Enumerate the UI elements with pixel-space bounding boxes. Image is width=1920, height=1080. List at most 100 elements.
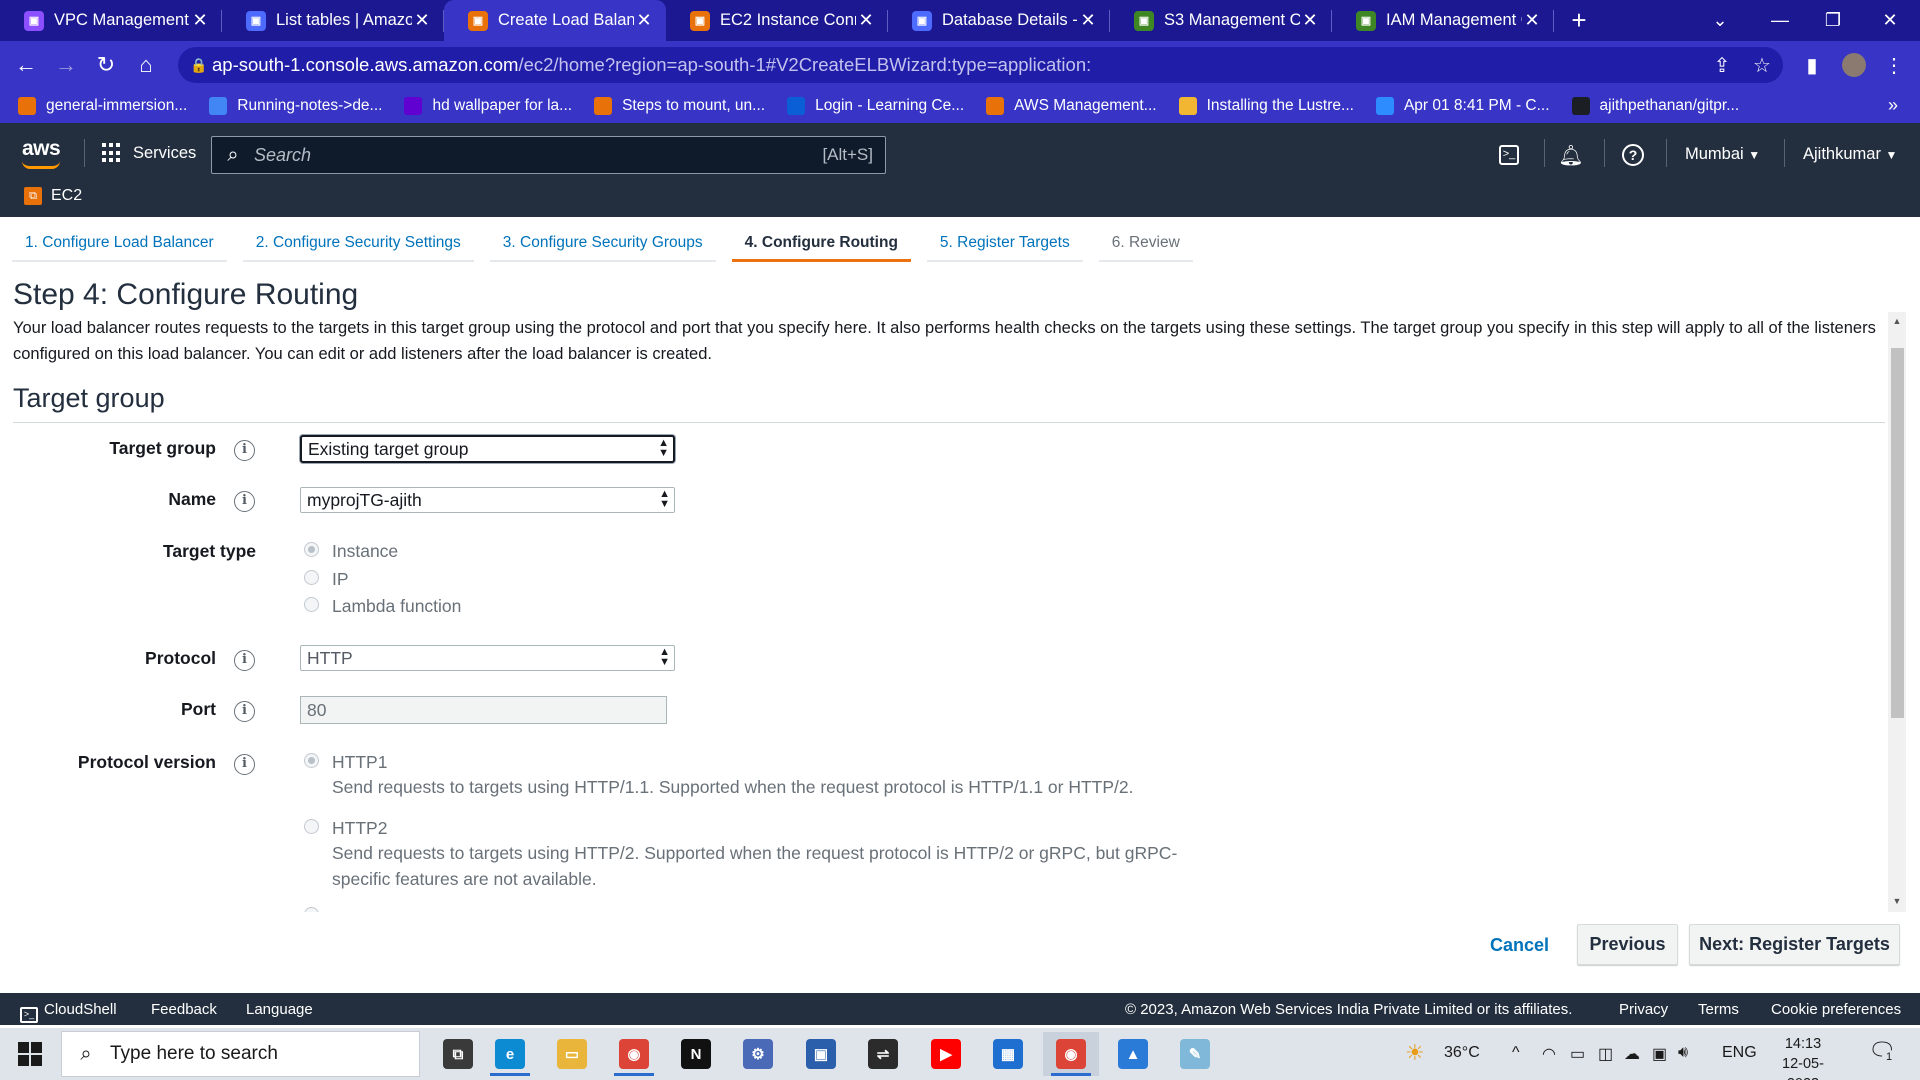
browser-tab[interactable]: ▣ Create Load Balancer✕ <box>444 0 666 41</box>
target-type-ip-radio[interactable] <box>304 570 319 585</box>
close-tab-icon[interactable]: ✕ <box>1522 10 1542 31</box>
browser-tab[interactable]: ▣ EC2 Instance Connect✕ <box>666 0 888 41</box>
service-breadcrumb-ec2[interactable]: ⧉ EC2 <box>24 187 82 205</box>
aws-logo[interactable]: aws <box>22 137 61 161</box>
url-input[interactable]: 🔒 ap-south-1.console.aws.amazon.com/ec2/… <box>178 47 1783 83</box>
wizard-step-5[interactable]: 5. Register Targets <box>926 226 1083 262</box>
cloudshell-icon[interactable]: >_ <box>1494 140 1524 170</box>
bookmark-item[interactable]: Running-notes->de... <box>209 97 382 115</box>
browser-tab[interactable]: ▣ VPC Management Co✕ <box>0 0 222 41</box>
bookmark-item[interactable]: general-immersion... <box>18 97 187 115</box>
taskbar-app-button[interactable]: ⚙ <box>730 1032 786 1076</box>
close-tab-icon[interactable]: ✕ <box>190 10 210 31</box>
volume-icon[interactable]: 🔊︎ <box>1678 1044 1688 1062</box>
windows-start-button[interactable] <box>18 1042 42 1066</box>
wizard-step-1[interactable]: 1. Configure Load Balancer <box>12 226 227 262</box>
weather-temperature[interactable]: 36°C <box>1444 1044 1480 1062</box>
side-panel-icon[interactable]: ▮ <box>1792 41 1832 89</box>
profile-avatar[interactable] <box>1834 41 1874 89</box>
minimize-button[interactable]: — <box>1750 0 1810 41</box>
wizard-step-2[interactable]: 2. Configure Security Settings <box>242 226 474 262</box>
taskbar-app-button[interactable]: ⇌ <box>855 1032 911 1076</box>
taskbar-app-button[interactable]: ▶ <box>918 1032 974 1076</box>
footer-feedback-link[interactable]: Feedback <box>151 1001 217 1018</box>
close-tab-icon[interactable]: ✕ <box>412 10 432 31</box>
taskbar-app-button[interactable]: N <box>668 1032 724 1076</box>
tray-app-icon[interactable]: ◫ <box>1598 1044 1613 1064</box>
scroll-down-arrow-icon[interactable]: ▼ <box>1888 896 1906 912</box>
next-register-targets-button[interactable]: Next: Register Targets <box>1689 924 1900 965</box>
footer-cloudshell-button[interactable]: >_ CloudShell <box>20 1001 117 1023</box>
protocol-version-http1-radio[interactable] <box>304 753 319 768</box>
bookmark-item[interactable]: Installing the Lustre... <box>1178 97 1354 115</box>
browser-tab[interactable]: ▣ List tables | Amazon D✕ <box>222 0 444 41</box>
tray-overflow-chevron-icon[interactable]: ^ <box>1512 1044 1520 1062</box>
protocol-version-http2-radio[interactable] <box>304 819 319 834</box>
close-tab-icon[interactable]: ✕ <box>856 10 876 31</box>
region-selector[interactable]: Mumbai ▼ <box>1685 145 1760 164</box>
taskbar-app-button[interactable]: ▲ <box>1105 1032 1161 1076</box>
taskbar-app-button[interactable]: ✎ <box>1167 1032 1223 1076</box>
tab-search-icon[interactable]: ⌄ <box>1690 0 1750 41</box>
footer-cookie-preferences-link[interactable]: Cookie preferences <box>1771 1001 1901 1018</box>
taskbar-search-input[interactable]: ⌕ Type here to search <box>61 1031 420 1077</box>
aws-search-input[interactable]: ⌕ Search [Alt+S] <box>211 136 886 174</box>
taskbar-app-button[interactable]: ▣ <box>793 1032 849 1076</box>
scroll-thumb[interactable] <box>1891 348 1904 718</box>
forward-button[interactable]: → <box>46 45 86 85</box>
services-menu-button[interactable]: Services <box>102 136 196 170</box>
share-icon[interactable]: ⇪ <box>1702 41 1742 89</box>
bookmark-item[interactable]: Steps to mount, un... <box>594 97 765 115</box>
close-tab-icon[interactable]: ✕ <box>1300 10 1320 31</box>
browser-menu-icon[interactable]: ⋮ <box>1874 41 1914 89</box>
protocol-version-grpc-radio[interactable] <box>304 907 319 912</box>
info-icon[interactable]: i <box>234 650 255 671</box>
target-group-select[interactable]: Existing target group ▲ ▼ <box>300 435 675 463</box>
port-input[interactable]: 80 <box>300 696 667 724</box>
account-menu[interactable]: Ajithkumar ▼ <box>1803 145 1897 164</box>
name-select[interactable]: myprojTG-ajith ▲ ▼ <box>300 487 675 513</box>
weather-icon[interactable]: ☀ <box>1405 1040 1425 1066</box>
info-icon[interactable]: i <box>234 701 255 722</box>
browser-tab[interactable]: ▣ Database Details - RD✕ <box>888 0 1110 41</box>
taskbar-app-button[interactable]: ◉ <box>1043 1032 1099 1076</box>
display-icon[interactable]: ▣ <box>1652 1044 1667 1064</box>
taskbar-app-button[interactable]: e <box>482 1032 538 1076</box>
wifi-icon[interactable]: ◠ <box>1542 1044 1556 1064</box>
bookmark-item[interactable]: ajithpethanan/gitpr... <box>1571 97 1739 115</box>
taskbar-app-button[interactable]: ▭ <box>544 1032 600 1076</box>
more-bookmarks-button[interactable]: » <box>1888 95 1898 116</box>
previous-button[interactable]: Previous <box>1577 924 1678 965</box>
footer-terms-link[interactable]: Terms <box>1698 1001 1739 1018</box>
battery-icon[interactable]: ▭ <box>1570 1044 1585 1064</box>
taskbar-clock[interactable]: 14:13 12-05-2023 <box>1768 1034 1838 1080</box>
restore-button[interactable]: ❐ <box>1803 0 1863 41</box>
scroll-up-arrow-icon[interactable]: ▲ <box>1888 316 1906 332</box>
close-tab-icon[interactable]: ✕ <box>1078 10 1098 31</box>
info-icon[interactable]: i <box>234 491 255 512</box>
cloud-sync-icon[interactable]: ☁ <box>1624 1044 1640 1064</box>
notifications-bell-icon[interactable]: 🔔︎ <box>1556 140 1586 170</box>
close-tab-icon[interactable]: ✕ <box>634 10 654 31</box>
target-type-instance-radio[interactable] <box>304 542 319 557</box>
bookmark-item[interactable]: hd wallpaper for la... <box>404 97 572 115</box>
reload-button[interactable]: ↻ <box>86 45 126 85</box>
content-scrollbar[interactable]: ▲ ▼ <box>1888 312 1906 912</box>
help-icon[interactable]: ? <box>1618 140 1648 170</box>
taskbar-app-button[interactable]: ▦ <box>980 1032 1036 1076</box>
new-tab-button[interactable]: + <box>1554 0 1604 41</box>
bookmark-item[interactable]: AWS Management... <box>986 97 1157 115</box>
bookmark-item[interactable]: Login - Learning Ce... <box>787 97 964 115</box>
back-button[interactable]: ← <box>6 45 46 85</box>
target-type-lambda-radio[interactable] <box>304 597 319 612</box>
close-window-button[interactable]: ✕ <box>1860 0 1920 41</box>
notification-center-icon[interactable]: 🗨︎ 1 <box>1868 1038 1896 1064</box>
bookmark-star-icon[interactable]: ☆ <box>1742 41 1782 89</box>
taskbar-app-button[interactable]: ⧉ <box>430 1032 486 1076</box>
browser-tab[interactable]: ▣ IAM Management Co✕ <box>1332 0 1554 41</box>
footer-language-link[interactable]: Language <box>246 1001 313 1018</box>
bookmark-item[interactable]: Apr 01 8:41 PM - C... <box>1375 97 1550 115</box>
wizard-step-4[interactable]: 4. Configure Routing <box>731 226 911 262</box>
input-language[interactable]: ENG <box>1722 1044 1757 1062</box>
home-button[interactable]: ⌂ <box>126 45 166 85</box>
